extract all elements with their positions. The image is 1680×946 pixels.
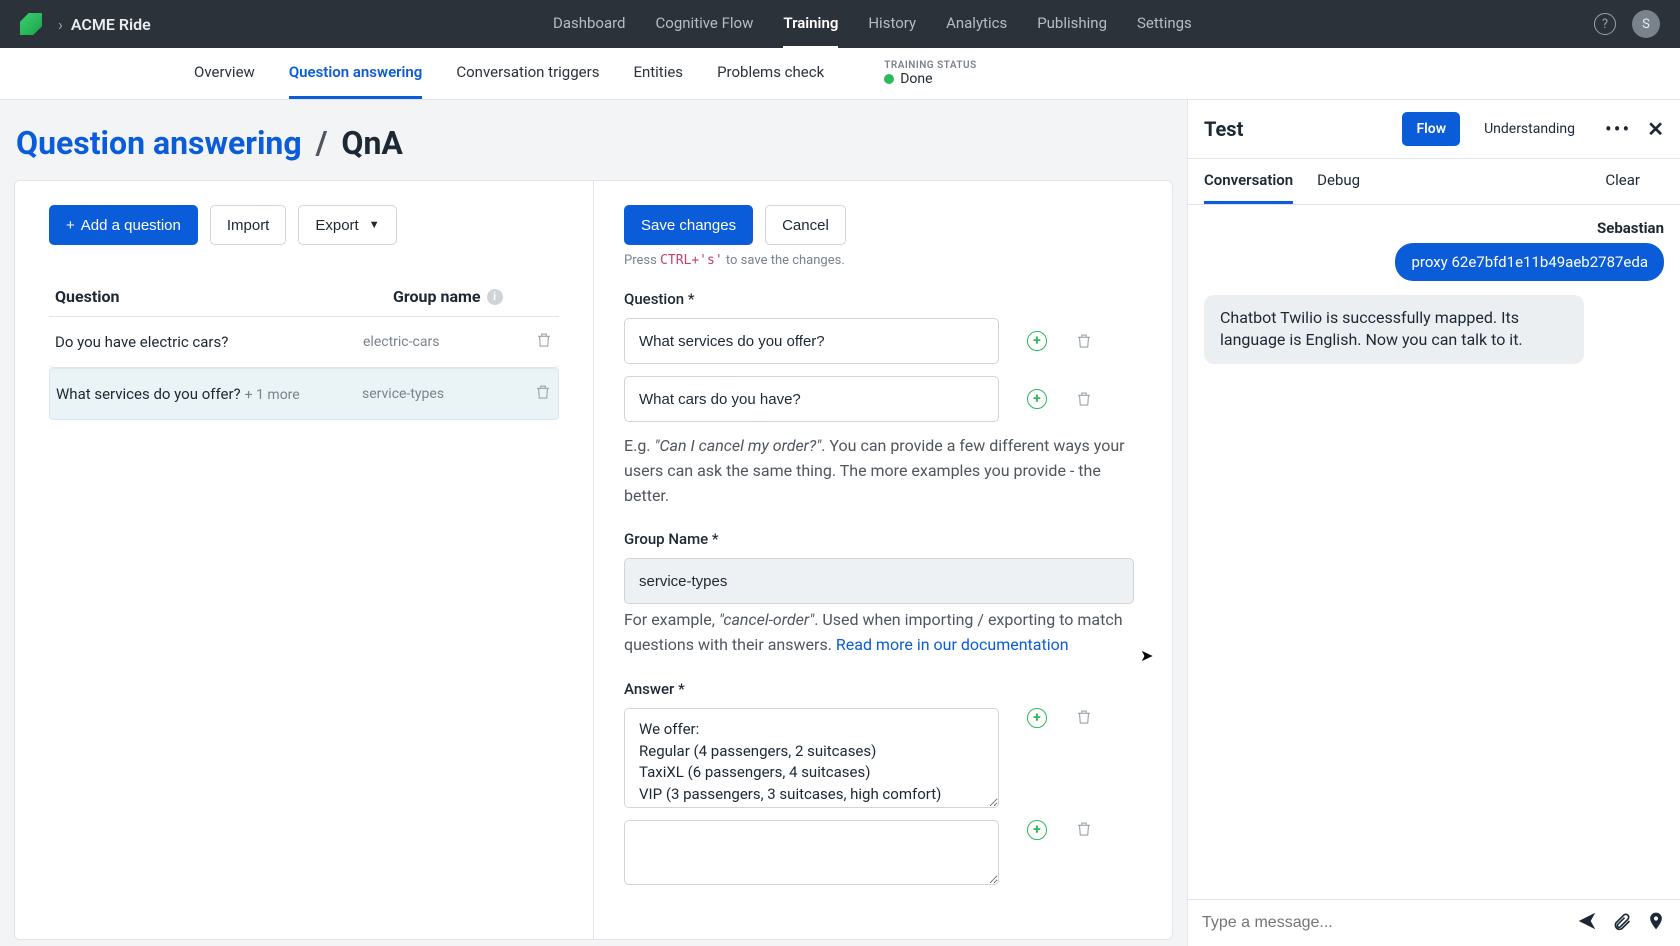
questions-table: Question Group name i Do you have electr… [49, 277, 559, 420]
chevron-right-icon: › [58, 15, 63, 34]
add-variant-icon[interactable]: + [1027, 389, 1047, 409]
clear-button[interactable]: Clear [1605, 159, 1640, 204]
breadcrumb-parent[interactable]: Question answering [16, 124, 302, 162]
training-status: TRAINING STATUS Done [884, 60, 977, 87]
subnav: Overview Question answering Conversation… [0, 48, 1680, 100]
nav-publishing[interactable]: Publishing [1037, 0, 1107, 49]
question-input-1[interactable] [624, 318, 999, 364]
chat-user-name: Sebastian [1204, 219, 1664, 237]
add-variant-icon[interactable]: + [1027, 331, 1047, 351]
training-status-value: Done [900, 71, 932, 87]
trash-icon[interactable] [1075, 820, 1093, 838]
breadcrumb-separator: / [316, 124, 328, 162]
answer-textarea-2[interactable] [624, 820, 999, 886]
page-breadcrumb: Question answering / QnA [14, 116, 1173, 180]
subnav-question-answering[interactable]: Question answering [289, 48, 423, 99]
breadcrumb-current: QnA [341, 124, 403, 162]
tab-debug[interactable]: Debug [1317, 159, 1360, 204]
question-more-count: + 1 more [245, 387, 300, 403]
caret-down-icon: ▼ [369, 219, 380, 231]
tab-conversation[interactable]: Conversation [1204, 159, 1293, 204]
chat-bot-message: Chatbot Twilio is successfully mapped. I… [1204, 295, 1584, 364]
add-answer-icon[interactable]: + [1027, 708, 1047, 728]
export-button[interactable]: Export ▼ [298, 205, 396, 245]
training-status-label: TRAINING STATUS [884, 60, 977, 71]
topbar: › ACME Ride Dashboard Cognitive Flow Tra… [0, 0, 1680, 48]
group-name-label: Group Name * [624, 530, 1128, 548]
group-name-input[interactable] [624, 558, 1134, 604]
nav-analytics[interactable]: Analytics [946, 0, 1007, 49]
location-icon[interactable] [1646, 911, 1666, 935]
status-dot-icon [884, 74, 894, 84]
test-panel-title: Test [1204, 117, 1392, 141]
trash-icon[interactable] [534, 386, 552, 405]
trash-icon[interactable] [1075, 332, 1093, 350]
save-button[interactable]: Save changes [624, 205, 753, 245]
user-avatar[interactable]: S [1632, 10, 1660, 38]
column-group: Group name i [393, 287, 553, 306]
question-input-2[interactable] [624, 376, 999, 422]
plus-icon: + [66, 217, 75, 234]
nav-cognitive-flow[interactable]: Cognitive Flow [656, 0, 754, 49]
question-group: service-types [362, 386, 522, 402]
more-icon[interactable]: ••• [1599, 117, 1637, 141]
top-nav: Dashboard Cognitive Flow Training Histor… [553, 0, 1192, 49]
mouse-cursor-icon: ➤ [1140, 646, 1153, 665]
send-icon[interactable] [1576, 910, 1598, 936]
import-button[interactable]: Import [210, 205, 287, 245]
add-question-button[interactable]: + Add a question [49, 205, 198, 245]
subnav-problems-check[interactable]: Problems check [717, 48, 824, 99]
trash-icon[interactable] [535, 334, 553, 353]
questions-list-panel: + Add a question Import Export ▼ Questio… [14, 180, 594, 940]
trash-icon[interactable] [1075, 390, 1093, 408]
subnav-conversation-triggers[interactable]: Conversation triggers [456, 48, 599, 99]
question-text: Do you have electric cars? [55, 333, 228, 351]
subnav-overview[interactable]: Overview [194, 48, 255, 99]
flow-toggle[interactable]: Flow [1402, 112, 1460, 146]
docs-link[interactable]: Read more in our documentation [836, 635, 1069, 654]
chat-input[interactable] [1202, 914, 1562, 932]
question-help-text: E.g. "Can I cancel my order?". You can p… [624, 434, 1128, 508]
save-hint: Press CTRL+'s' to save the changes. [624, 253, 1142, 268]
trash-icon[interactable] [1075, 708, 1093, 726]
nav-history[interactable]: History [868, 0, 916, 49]
cancel-button[interactable]: Cancel [765, 205, 846, 245]
test-panel: Test Flow Understanding ••• ✕ Conversati… [1187, 100, 1680, 946]
understanding-toggle[interactable]: Understanding [1470, 112, 1589, 146]
add-answer-icon[interactable]: + [1027, 820, 1047, 840]
answer-textarea-1[interactable] [624, 708, 999, 808]
attachment-icon[interactable] [1612, 911, 1632, 935]
column-question: Question [55, 287, 393, 306]
chat-user-message: proxy 62e7bfd1e11b49aeb2787eda [1395, 243, 1664, 281]
help-icon[interactable]: ? [1594, 13, 1616, 35]
question-field-label: Question * [624, 290, 1128, 308]
workspace-name: ACME Ride [71, 15, 151, 34]
nav-dashboard[interactable]: Dashboard [553, 0, 626, 49]
nav-settings[interactable]: Settings [1137, 0, 1192, 49]
close-icon[interactable]: ✕ [1647, 117, 1664, 141]
group-help-text: For example, "cancel-order". Used when i… [624, 608, 1128, 658]
app-logo-icon [20, 13, 42, 35]
question-row[interactable]: What services do you offer?+ 1 more serv… [49, 368, 559, 420]
nav-training[interactable]: Training [783, 0, 838, 49]
question-text: What services do you offer? [56, 385, 241, 403]
subnav-entities[interactable]: Entities [633, 48, 683, 99]
question-row[interactable]: Do you have electric cars? electric-cars [49, 317, 559, 368]
info-icon[interactable]: i [487, 289, 503, 305]
answer-label: Answer * [624, 680, 1128, 698]
question-editor-panel: Save changes Cancel Press CTRL+'s' to sa… [594, 180, 1173, 940]
question-group: electric-cars [363, 334, 523, 350]
